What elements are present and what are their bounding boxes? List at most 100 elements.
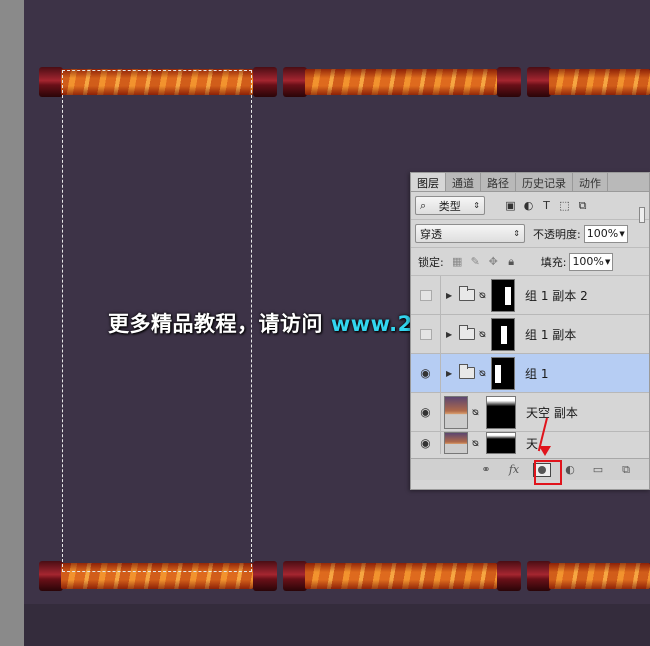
border-cap: [253, 561, 277, 591]
folder-icon: [459, 364, 475, 379]
layer-row[interactable]: ◉ ᴓ 天: [411, 432, 649, 454]
opacity-value: 100%: [586, 227, 619, 240]
search-icon: ⌕: [420, 198, 427, 212]
toolbar-gutter: [0, 0, 24, 646]
eye-icon: ◉: [420, 436, 431, 450]
visibility-toggle[interactable]: ◉: [411, 353, 441, 393]
border-segment: [305, 563, 497, 589]
layer-name: 天空 副本: [526, 405, 578, 420]
type-filter-icon[interactable]: T: [539, 198, 554, 213]
expand-triangle-icon[interactable]: ▶: [446, 291, 456, 300]
fill-field[interactable]: 100% ▼: [569, 252, 614, 271]
visibility-toggle[interactable]: [411, 275, 441, 315]
folder-icon: [459, 325, 475, 340]
link-chain-icon[interactable]: ᴓ: [479, 290, 489, 301]
new-group-icon[interactable]: ▭: [589, 463, 607, 476]
lock-label: 锁定:: [418, 255, 444, 269]
opacity-label: 不透明度:: [533, 227, 581, 241]
layer-name: 组 1 副本: [525, 327, 577, 342]
border-segment: [549, 69, 650, 95]
blend-mode-label: 穿透: [420, 227, 442, 241]
layer-mask-thumbnail[interactable]: [491, 278, 515, 312]
watermark-text: 更多精品教程，请访问: [108, 312, 331, 336]
chevron-down-icon: ▼: [605, 257, 611, 266]
link-chain-icon[interactable]: ᴓ: [472, 407, 482, 418]
eye-icon: ◉: [420, 366, 431, 380]
annotation-arrowhead: [539, 446, 551, 456]
tab-history[interactable]: 历史记录: [516, 173, 573, 191]
blend-mode-select[interactable]: 穿透 ⇕: [415, 224, 525, 243]
layer-thumbnail[interactable]: [444, 395, 468, 429]
border-cap: [283, 561, 307, 591]
border-segment: [305, 69, 497, 95]
lock-transparency-icon[interactable]: ▦: [450, 254, 465, 269]
photoshop-workspace: 更多精品教程，请访问 www.240PS.com 图层 通道 路径 历史记录 动…: [0, 0, 650, 646]
layers-panel: 图层 通道 路径 历史记录 动作 ⌕ 类型 ⇕ ▣ ◐ T ⬚ ⧉ 穿透 ⇕ 不…: [410, 172, 650, 490]
lock-pixels-icon[interactable]: ✎: [468, 254, 483, 269]
tab-paths[interactable]: 路径: [481, 173, 516, 191]
border-cap: [283, 67, 307, 97]
expand-triangle-icon[interactable]: ▶: [446, 330, 456, 339]
visibility-off-icon: [419, 328, 432, 340]
chevron-updown-icon: ⇕: [473, 201, 480, 210]
visibility-toggle[interactable]: [411, 314, 441, 354]
canvas-bottom-area: [24, 604, 650, 646]
border-cap: [39, 561, 63, 591]
opacity-field[interactable]: 100% ▼: [583, 224, 628, 243]
lock-position-icon[interactable]: ✥: [486, 254, 501, 269]
layer-name: 组 1 副本 2: [525, 288, 588, 303]
link-chain-icon[interactable]: ᴓ: [472, 438, 482, 449]
visibility-toggle[interactable]: ◉: [411, 392, 441, 432]
border-cap: [253, 67, 277, 97]
annotation-highlight-box: [534, 460, 562, 485]
filter-toggle[interactable]: [639, 207, 645, 223]
border-cap: [497, 561, 521, 591]
layer-mask-thumbnail[interactable]: [491, 317, 515, 351]
visibility-toggle[interactable]: ◉: [411, 432, 441, 454]
link-chain-icon[interactable]: ᴓ: [479, 329, 489, 340]
border-cap: [527, 67, 551, 97]
folder-icon: [459, 286, 475, 301]
border-cap: [497, 67, 521, 97]
visibility-off-icon: [419, 289, 432, 301]
blend-row: 穿透 ⇕ 不透明度: 100% ▼: [411, 220, 649, 248]
image-filter-icon[interactable]: ▣: [503, 198, 518, 213]
lock-all-icon[interactable]: 🔒︎: [504, 254, 519, 269]
fill-value: 100%: [572, 255, 604, 268]
layer-mask-thumbnail[interactable]: [486, 432, 516, 454]
tab-actions[interactable]: 动作: [573, 173, 608, 191]
eye-icon: ◉: [420, 405, 431, 419]
panel-footer: ⚭ fx ◐ ▭ ⧉: [411, 458, 649, 480]
shape-filter-icon[interactable]: ⬚: [557, 198, 572, 213]
layer-name: 组 1: [525, 366, 549, 381]
expand-triangle-icon[interactable]: ▶: [446, 369, 456, 378]
layer-mask-thumbnail[interactable]: [491, 356, 515, 390]
adjustment-filter-icon[interactable]: ◐: [521, 198, 536, 213]
border-segment: [549, 563, 650, 589]
smart-object-filter-icon[interactable]: ⧉: [575, 198, 590, 213]
layer-row[interactable]: ▶ ᴓ 组 1 副本: [411, 314, 649, 354]
chevron-down-icon: ▼: [619, 229, 625, 238]
tab-layers[interactable]: 图层: [411, 173, 446, 191]
border-cap: [39, 67, 63, 97]
filter-row: ⌕ 类型 ⇕ ▣ ◐ T ⬚ ⧉: [411, 192, 649, 220]
layer-name: 天: [526, 436, 539, 451]
border-cap: [527, 561, 551, 591]
chevron-updown-icon: ⇕: [513, 229, 520, 238]
link-icon[interactable]: ⚭: [477, 463, 495, 476]
tab-channels[interactable]: 通道: [446, 173, 481, 191]
layer-row-selected[interactable]: ◉ ▶ ᴓ 组 1: [411, 353, 649, 393]
adjustment-icon[interactable]: ◐: [561, 463, 579, 476]
panel-tabs: 图层 通道 路径 历史记录 动作: [411, 173, 649, 192]
layer-row[interactable]: ▶ ᴓ 组 1 副本 2: [411, 275, 649, 315]
fx-icon[interactable]: fx: [505, 463, 523, 476]
layer-mask-thumbnail[interactable]: [486, 395, 516, 429]
fill-label: 填充:: [540, 255, 567, 269]
new-layer-icon[interactable]: ⧉: [617, 463, 635, 477]
lock-row: 锁定: ▦ ✎ ✥ 🔒︎ 填充: 100% ▼: [411, 248, 649, 276]
filter-type-label: 类型: [438, 199, 461, 213]
layer-thumbnail[interactable]: [444, 432, 468, 454]
layer-row[interactable]: ◉ ᴓ 天空 副本: [411, 392, 649, 432]
filter-type-select[interactable]: ⌕ 类型 ⇕: [415, 196, 485, 215]
link-chain-icon[interactable]: ᴓ: [479, 368, 489, 379]
